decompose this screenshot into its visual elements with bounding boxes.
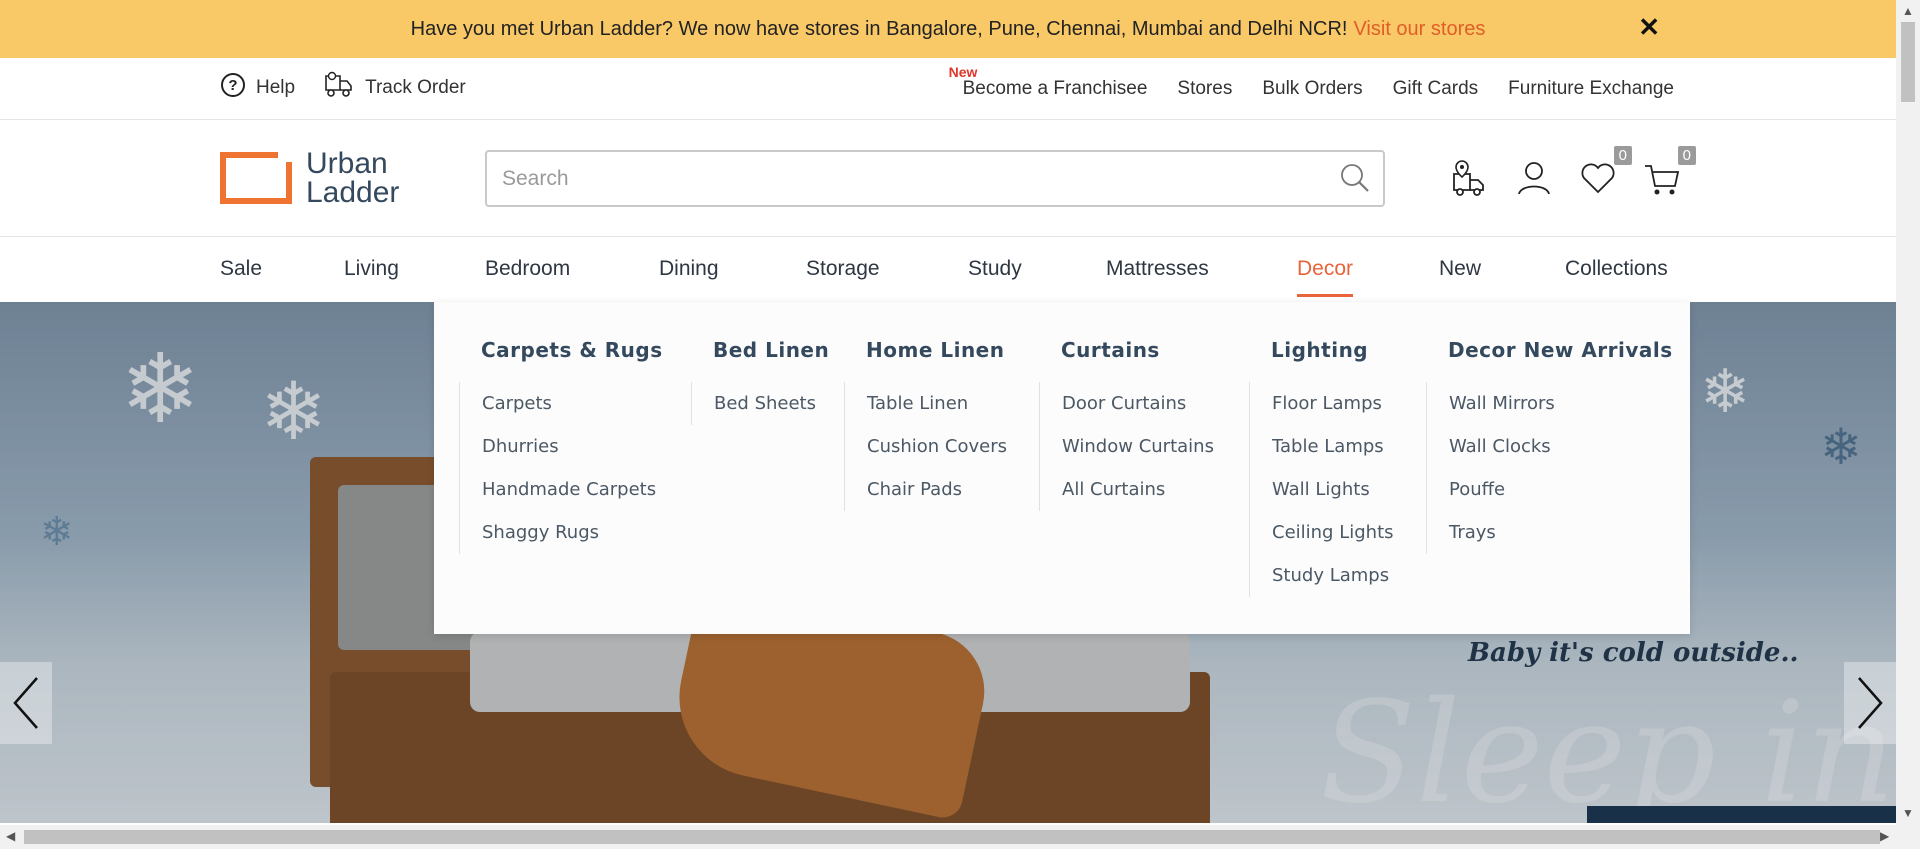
menu-link[interactable]: Study Lamps <box>1272 554 1394 597</box>
logo-line-1: Urban <box>306 147 388 180</box>
menu-link[interactable]: Carpets <box>482 382 663 425</box>
scroll-right-icon[interactable]: ▶ <box>1880 829 1889 843</box>
chevron-left-icon <box>13 677 38 729</box>
logo-line-2: Ladder <box>306 176 400 209</box>
nav-living[interactable]: Living <box>344 257 399 281</box>
site-header: Urban Ladder 0 0 <box>0 120 1896 237</box>
menu-link[interactable]: Table Lamps <box>1272 425 1394 468</box>
menu-column-home-linen: Home Linen Table Linen Cushion Covers Ch… <box>844 338 1007 511</box>
decor-mega-menu: Carpets & Rugs Carpets Dhurries Handmade… <box>434 302 1690 634</box>
menu-column-decor-new-arrivals: Decor New Arrivals Wall Mirrors Wall Clo… <box>1426 338 1673 554</box>
help-icon: ? <box>220 72 246 104</box>
track-order-label: Track Order <box>365 77 466 98</box>
nav-sale[interactable]: Sale <box>220 257 262 281</box>
become-franchisee-link[interactable]: New Become a Franchisee <box>949 64 1148 100</box>
nav-collections[interactable]: Collections <box>1565 257 1668 281</box>
menu-link[interactable]: Cushion Covers <box>867 425 1007 468</box>
scroll-up-icon[interactable]: ▲ <box>1902 4 1914 18</box>
menu-link[interactable]: Trays <box>1449 511 1673 554</box>
menu-link[interactable]: All Curtains <box>1062 468 1214 511</box>
help-link[interactable]: ? Help <box>220 72 295 104</box>
menu-link[interactable]: Pouffe <box>1449 468 1673 511</box>
nav-mattresses[interactable]: Mattresses <box>1106 257 1209 281</box>
carousel-prev-button[interactable] <box>0 662 52 744</box>
logo-mark-icon <box>220 152 292 204</box>
stores-link[interactable]: Stores <box>1177 78 1232 100</box>
nav-dining[interactable]: Dining <box>659 257 719 281</box>
menu-link[interactable]: Window Curtains <box>1062 425 1214 468</box>
new-badge: New <box>948 64 978 80</box>
menu-column-bed-linen: Bed Linen Bed Sheets <box>691 338 829 425</box>
help-label: Help <box>256 77 296 98</box>
menu-link[interactable]: Wall Lights <box>1272 468 1394 511</box>
bulk-orders-link[interactable]: Bulk Orders <box>1262 78 1362 100</box>
menu-link[interactable]: Table Linen <box>867 382 1007 425</box>
utility-bar: ? Help Track Order New Become a Franchis… <box>0 58 1896 120</box>
menu-link[interactable]: Shaggy Rugs <box>482 511 663 554</box>
menu-heading[interactable]: Carpets & Rugs <box>481 338 663 362</box>
wishlist-button[interactable]: 0 <box>1578 146 1632 198</box>
menu-heading[interactable]: Lighting <box>1271 338 1394 362</box>
menu-heading[interactable]: Bed Linen <box>713 338 829 362</box>
chevron-right-icon <box>1858 677 1883 729</box>
delivery-truck-icon <box>323 70 355 106</box>
menu-link[interactable]: Bed Sheets <box>714 382 829 425</box>
furniture-exchange-link[interactable]: Furniture Exchange <box>1508 78 1674 100</box>
menu-link[interactable]: Handmade Carpets <box>482 468 663 511</box>
announcement-text: Have you met Urban Ladder? We now have s… <box>410 17 1348 40</box>
announcement-bar: Have you met Urban Ladder? We now have s… <box>0 0 1896 58</box>
menu-link[interactable]: Floor Lamps <box>1272 382 1394 425</box>
nav-decor[interactable]: Decor <box>1297 257 1354 297</box>
svg-text:?: ? <box>228 77 237 94</box>
menu-column-curtains: Curtains Door Curtains Window Curtains A… <box>1039 338 1214 511</box>
vertical-scrollbar[interactable]: ▲ ▼ <box>1896 0 1920 825</box>
horizontal-scrollbar[interactable]: ◀ ▶ <box>0 825 1920 849</box>
cart-count-badge: 0 <box>1677 146 1696 165</box>
user-icon <box>1518 162 1550 195</box>
visit-stores-link[interactable]: Visit our stores <box>1353 18 1485 41</box>
track-order-link[interactable]: Track Order <box>323 70 466 106</box>
menu-link[interactable]: Wall Clocks <box>1449 425 1673 468</box>
gift-cards-link[interactable]: Gift Cards <box>1393 78 1479 100</box>
nav-new[interactable]: New <box>1439 257 1481 281</box>
menu-link[interactable]: Wall Mirrors <box>1449 382 1673 425</box>
wishlist-count-badge: 0 <box>1613 146 1632 165</box>
menu-link[interactable]: Dhurries <box>482 425 663 468</box>
logo-wordmark: Urban Ladder <box>306 147 400 209</box>
search-icon[interactable] <box>1339 162 1371 199</box>
franchisee-label: Become a Franchisee <box>962 78 1148 99</box>
category-nav: Sale Living Bedroom Dining Storage Study… <box>0 237 1896 302</box>
heart-icon <box>1581 163 1615 194</box>
menu-heading[interactable]: Decor New Arrivals <box>1448 338 1673 362</box>
menu-column-lighting: Lighting Floor Lamps Table Lamps Wall Li… <box>1249 338 1394 597</box>
carousel-next-button[interactable] <box>1844 662 1896 744</box>
nav-storage[interactable]: Storage <box>806 257 880 281</box>
account-button[interactable] <box>1514 158 1554 198</box>
nav-bedroom[interactable]: Bedroom <box>485 257 570 281</box>
search-box <box>485 150 1385 207</box>
scroll-left-icon[interactable]: ◀ <box>6 829 15 843</box>
menu-link[interactable]: Door Curtains <box>1062 382 1214 425</box>
menu-heading[interactable]: Curtains <box>1061 338 1214 362</box>
menu-link[interactable]: Chair Pads <box>867 468 1007 511</box>
menu-column-carpets-rugs: Carpets & Rugs Carpets Dhurries Handmade… <box>459 338 663 554</box>
search-input[interactable] <box>487 152 1383 205</box>
vertical-scroll-thumb[interactable] <box>1901 22 1915 102</box>
nav-study[interactable]: Study <box>968 257 1022 281</box>
header-icons: 0 0 <box>1450 146 1696 198</box>
menu-heading[interactable]: Home Linen <box>866 338 1007 362</box>
store-locator-button[interactable] <box>1450 158 1490 198</box>
urban-ladder-logo[interactable]: Urban Ladder <box>220 148 420 208</box>
cart-icon <box>1645 165 1680 195</box>
close-icon[interactable]: ✕ <box>1638 12 1660 42</box>
horizontal-scroll-thumb[interactable] <box>24 830 1880 844</box>
menu-link[interactable]: Ceiling Lights <box>1272 511 1394 554</box>
store-locator-icon <box>1453 160 1484 196</box>
cart-button[interactable]: 0 <box>1642 146 1696 198</box>
scroll-down-icon[interactable]: ▼ <box>1902 806 1914 820</box>
